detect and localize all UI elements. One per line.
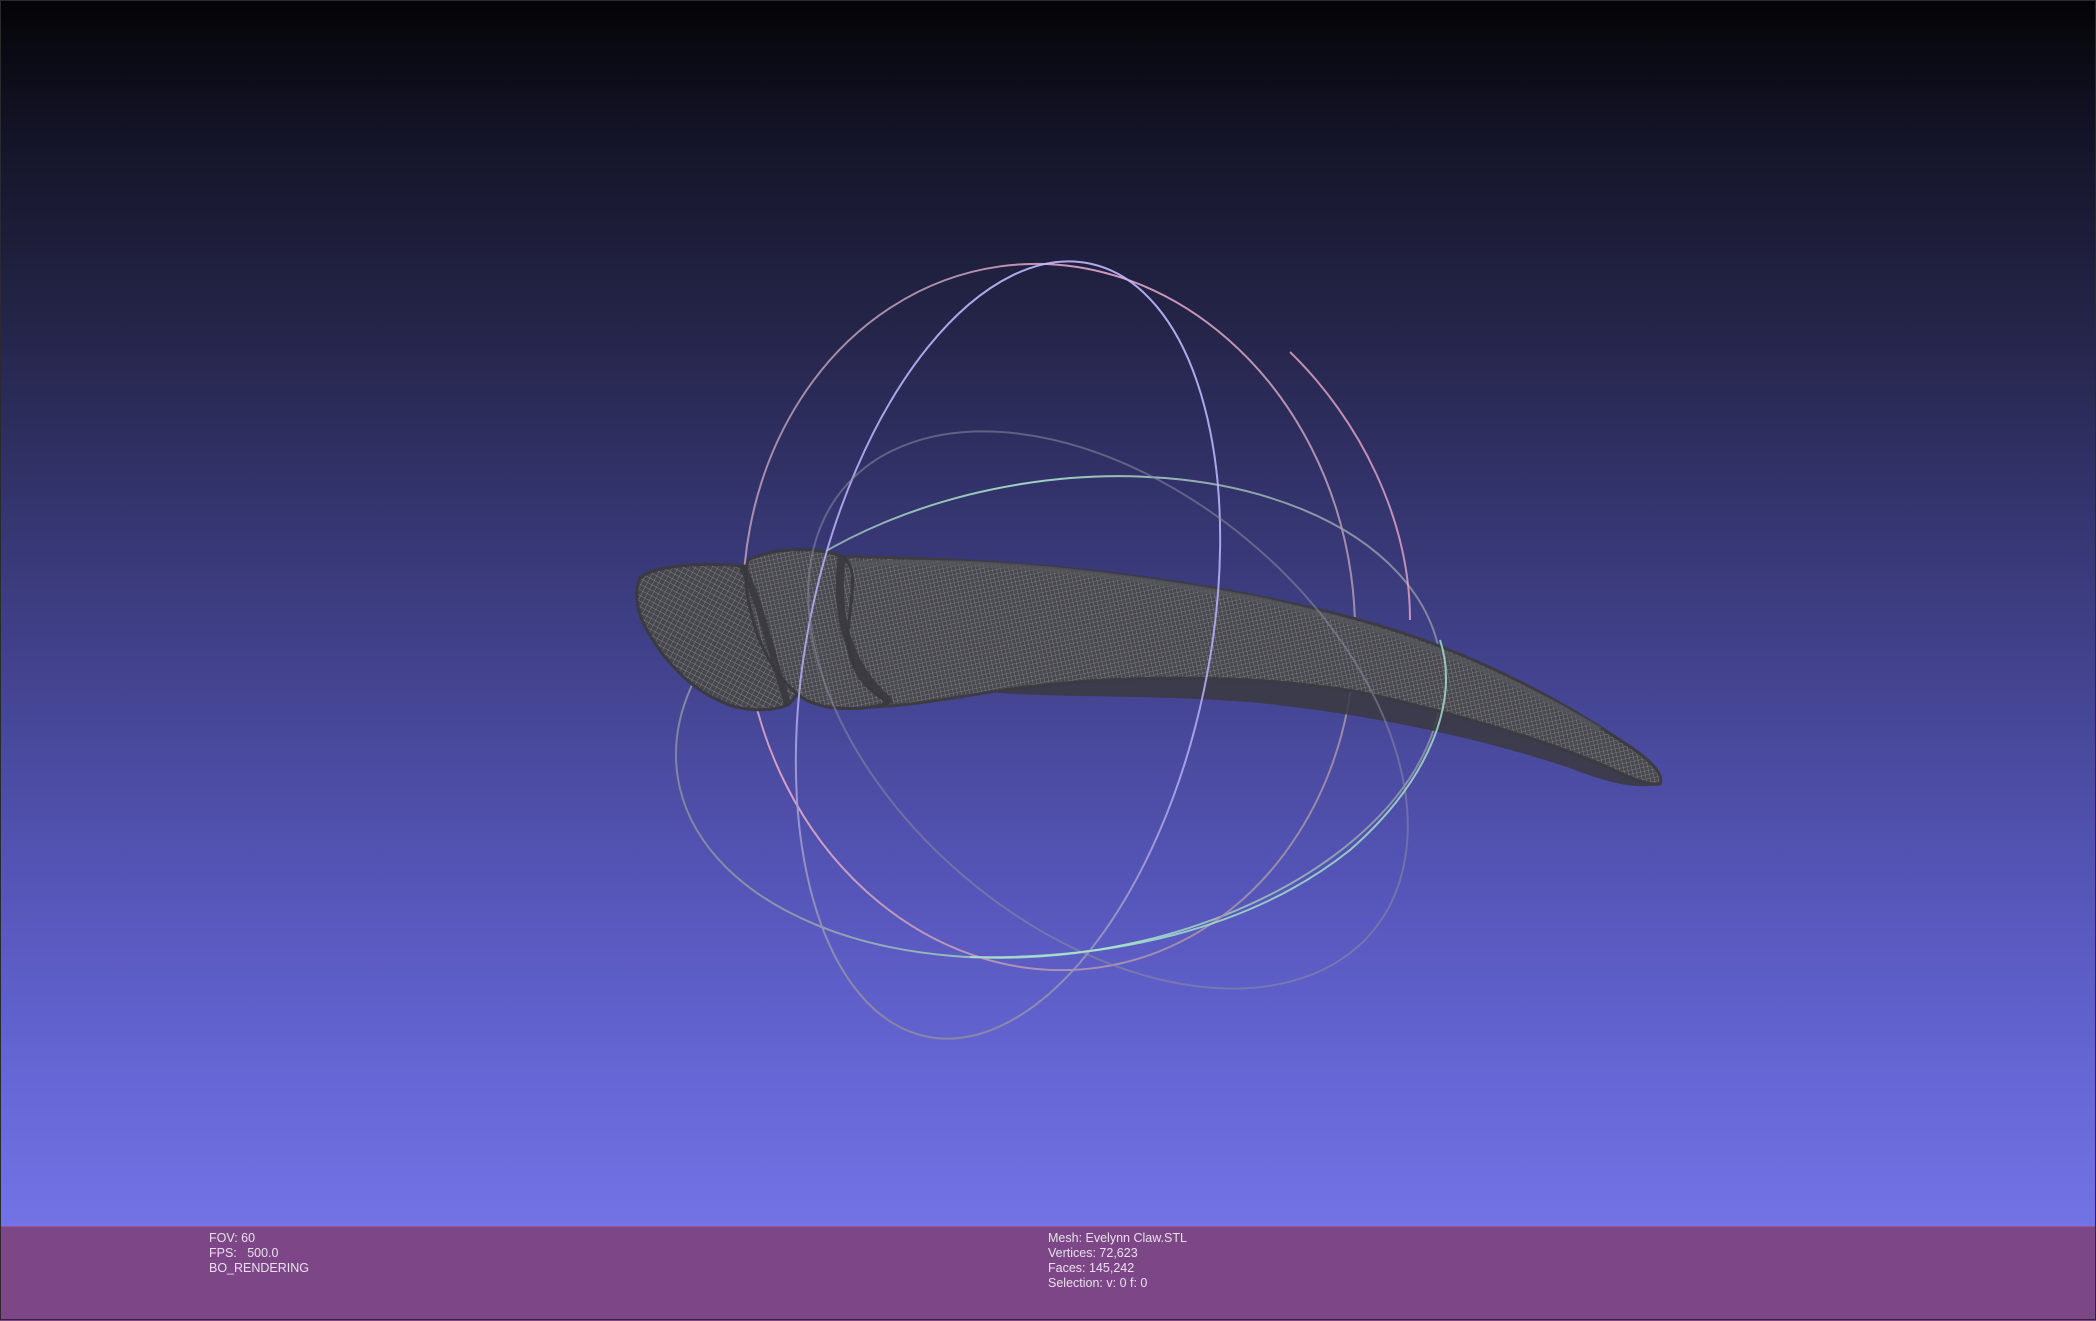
render-mode-readout: BO_RENDERING xyxy=(209,1261,310,1275)
trackball-ring-green[interactable] xyxy=(641,424,1477,1011)
fps-readout: FPS: 500.0 xyxy=(209,1246,279,1260)
selection-readout: Selection: v: 0 f: 0 xyxy=(1048,1276,1148,1290)
render-info: FOV: 60 FPS: 500.0 BO_RENDERING xyxy=(209,1231,309,1276)
mesh-name-readout: Mesh: Evelynn Claw.STL xyxy=(1048,1231,1187,1245)
mesh-claw[interactable] xyxy=(635,548,1663,787)
vertices-readout: Vertices: 72,623 xyxy=(1048,1246,1138,1260)
faces-readout: Faces: 145,242 xyxy=(1048,1261,1135,1275)
mesh-info: Mesh: Evelynn Claw.STL Vertices: 72,623 … xyxy=(1048,1231,1187,1291)
status-info-bar: FOV: 60 FPS: 500.0 BO_RENDERING Mesh: Ev… xyxy=(0,1226,2096,1321)
scene-canvas[interactable] xyxy=(0,0,2096,1226)
3d-viewport[interactable] xyxy=(0,0,2096,1226)
fov-readout: FOV: 60 xyxy=(209,1231,256,1245)
